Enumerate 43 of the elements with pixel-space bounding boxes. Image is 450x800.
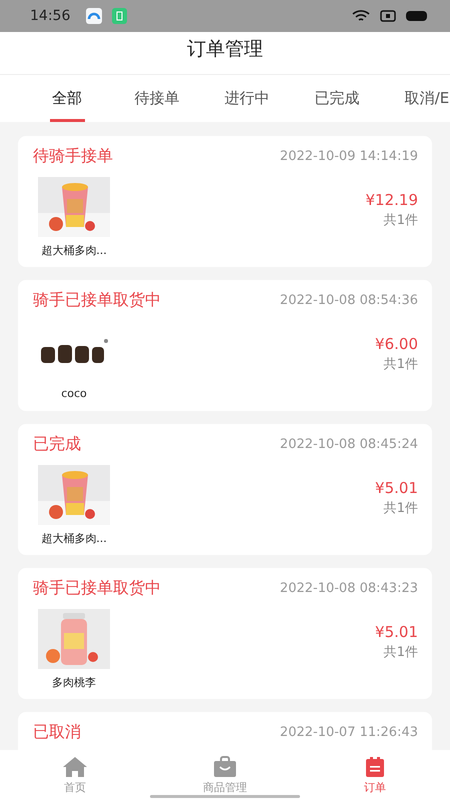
order-card[interactable]: 已取消 2022-10-07 11:26:43: [18, 712, 432, 750]
item-count: 共1件: [384, 356, 418, 373]
order-status: 已完成: [33, 434, 81, 455]
tab[interactable]: 进行中: [202, 75, 292, 122]
sim-icon: [380, 10, 396, 22]
bag-icon: [213, 756, 237, 778]
order-time: 2022-10-08 08:43:23: [280, 581, 418, 596]
order-card[interactable]: 已完成 2022-10-08 08:45:24 超大桶多肉... ¥5.01 共1件: [18, 424, 432, 555]
order-time: 2022-10-07 11:26:43: [280, 725, 418, 740]
order-price: ¥12.19: [366, 191, 418, 209]
item-count: 共1件: [384, 500, 418, 517]
app-icon: [86, 8, 102, 24]
product-name: 超大桶多肉...: [41, 531, 107, 546]
order-card[interactable]: 骑手已接单取货中 2022-10-08 08:43:23 多肉桃李 ¥5.01 共1件: [18, 568, 432, 699]
order-card[interactable]: 待骑手接单 2022-10-09 14:14:19 超大桶多肉... ¥12.19 共1件: [18, 136, 432, 267]
battery-app-icon: [112, 8, 128, 24]
order-time: 2022-10-08 08:54:36: [280, 293, 418, 308]
item-count: 共1件: [384, 644, 418, 661]
page-title: 订单管理: [187, 37, 263, 62]
tab[interactable]: 已完成: [292, 75, 382, 122]
order-status: 已取消: [33, 722, 81, 743]
order-card[interactable]: 骑手已接单取货中 2022-10-08 08:54:36 coco ¥6.00 共1件: [18, 280, 432, 411]
order-time: 2022-10-09 14:14:19: [280, 149, 418, 164]
product-name: 超大桶多肉...: [41, 243, 107, 258]
battery-icon: [406, 10, 428, 22]
product-name: 多肉桃李: [52, 675, 96, 690]
nav-item[interactable]: 订单: [300, 750, 450, 800]
tab[interactable]: 全部: [22, 75, 112, 122]
tab[interactable]: 待接单: [112, 75, 202, 122]
item-count: 共1件: [384, 212, 418, 229]
status-time: 14:56: [30, 8, 70, 24]
home-icon: [62, 756, 88, 778]
tab[interactable]: 取消/E: [382, 75, 450, 122]
order-price: ¥5.01: [375, 479, 418, 497]
product-name: coco: [61, 387, 87, 400]
order-price: ¥6.00: [375, 335, 418, 353]
clipboard-icon: [365, 756, 385, 778]
order-time: 2022-10-08 08:45:24: [280, 437, 418, 452]
order-price: ¥5.01: [375, 623, 418, 641]
order-status: 骑手已接单取货中: [33, 290, 161, 311]
order-status: 待骑手接单: [33, 146, 113, 167]
wifi-icon: [352, 9, 370, 23]
order-status: 骑手已接单取货中: [33, 578, 161, 599]
